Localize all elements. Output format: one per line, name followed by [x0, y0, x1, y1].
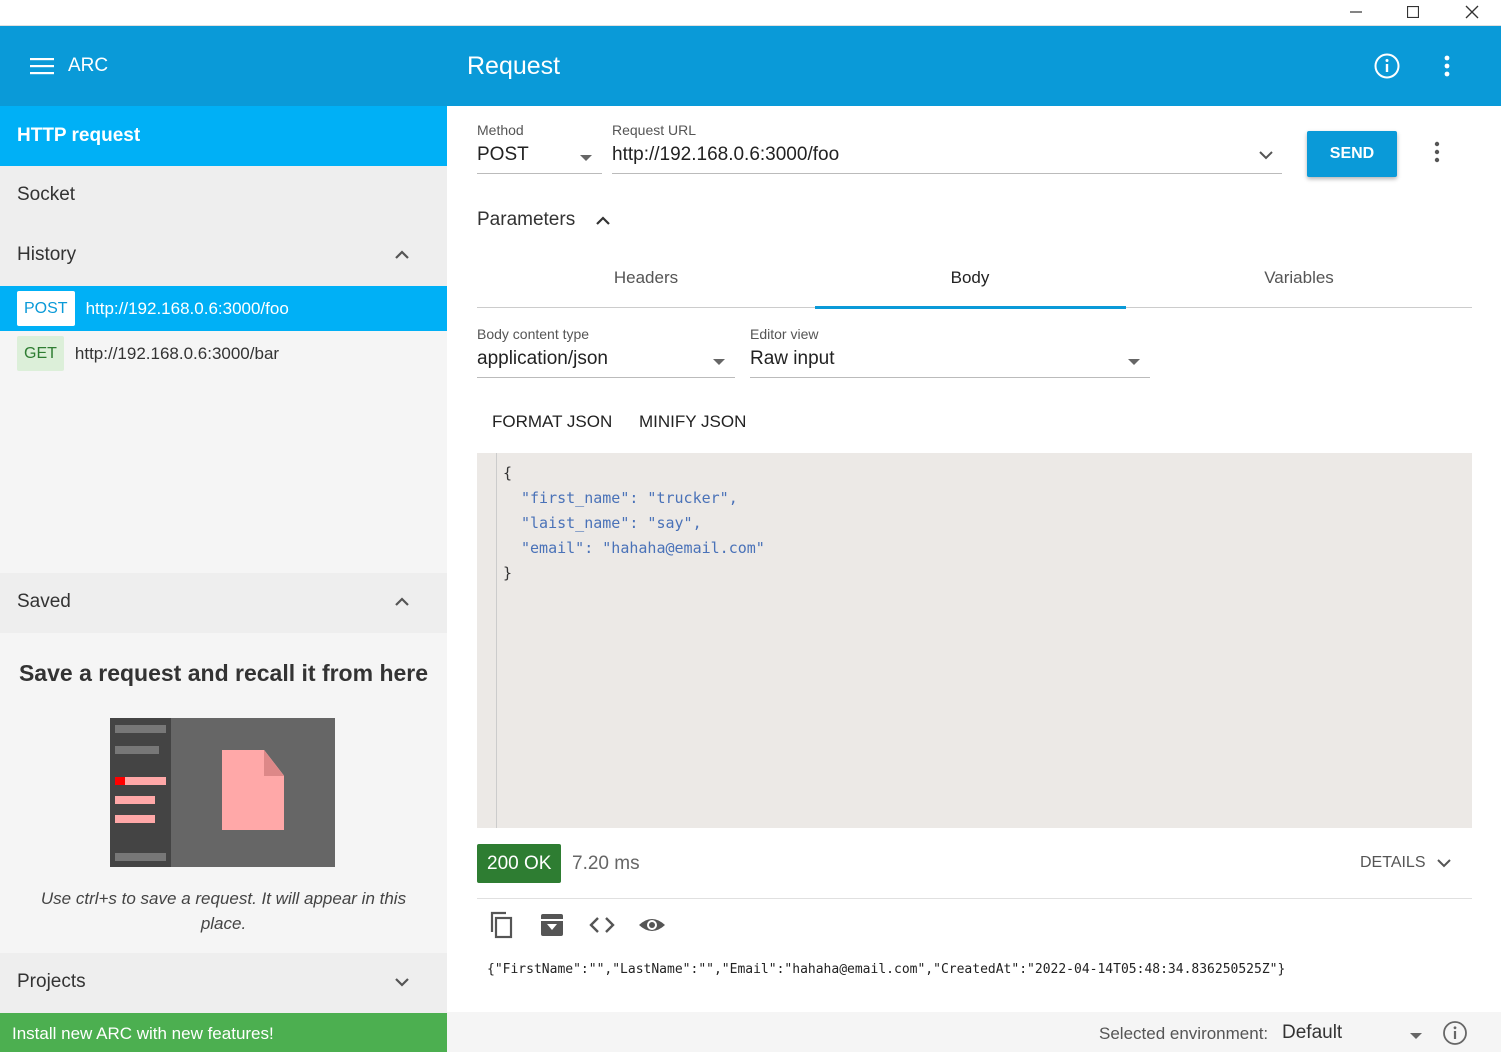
history-label: History — [17, 244, 77, 265]
saved-hint: Use ctrl+s to save a request. It will ap… — [40, 889, 407, 933]
more-vert-icon[interactable] — [1437, 52, 1457, 80]
history-url: http://192.168.0.6:3000/foo — [85, 298, 289, 318]
saved-empty-title: Save a request and recall it from here — [18, 660, 429, 686]
history-item[interactable]: POST http://192.168.0.6:3000/foo — [0, 286, 447, 331]
minimize-icon — [1350, 11, 1362, 13]
saved-illustration — [110, 718, 335, 867]
install-banner[interactable]: Install new ARC with new features! — [0, 1013, 447, 1052]
method-label: Method — [477, 122, 524, 138]
copy-icon[interactable] — [487, 910, 517, 940]
response-body: {"FirstName":"","LastName":"","Email":"h… — [487, 962, 1286, 977]
method-badge: GET — [17, 336, 64, 371]
main-appbar: Request — [447, 26, 1501, 106]
saved-label: Saved — [17, 591, 71, 612]
chevron-up-icon[interactable] — [393, 593, 411, 611]
illustration-bar — [125, 777, 166, 785]
info-icon[interactable] — [1373, 52, 1401, 80]
minimize-button[interactable] — [1327, 0, 1385, 24]
code-line: } — [503, 564, 513, 582]
response-divider — [477, 898, 1472, 899]
body-type-select[interactable]: application/json — [477, 348, 735, 378]
maximize-icon — [1407, 6, 1419, 18]
url-input[interactable]: http://192.168.0.6:3000/foo — [612, 144, 1282, 174]
hamburger-icon[interactable] — [30, 57, 54, 75]
send-button[interactable]: SEND — [1307, 131, 1397, 177]
saved-header[interactable]: Saved — [0, 573, 447, 633]
history-item[interactable]: GET http://192.168.0.6:3000/bar — [0, 331, 447, 376]
illustration-bar — [115, 853, 166, 861]
body-type-label: Body content type — [477, 326, 590, 342]
env-select[interactable]: Default — [1282, 1022, 1427, 1048]
save-icon[interactable] — [537, 910, 567, 940]
document-icon — [222, 750, 284, 830]
sidebar-appbar: ARC — [0, 26, 447, 106]
eye-icon[interactable] — [637, 910, 667, 940]
illustration-sidebar — [110, 718, 171, 867]
code-icon[interactable] — [587, 910, 617, 940]
code-line: "email": "hahaha@email.com" — [521, 539, 765, 557]
close-button[interactable] — [1443, 0, 1501, 24]
editor-view-select[interactable]: Raw input — [750, 348, 1150, 378]
dropdown-arrow-icon — [713, 359, 725, 365]
tab-variables[interactable]: Variables — [1134, 268, 1464, 288]
chevron-down-icon[interactable] — [1257, 148, 1275, 162]
environment-footer: Selected environment: Default — [447, 1012, 1501, 1052]
history-header[interactable]: History — [0, 226, 447, 286]
illustration-bar — [115, 725, 166, 733]
projects-label: Projects — [17, 971, 86, 992]
illustration-bar — [115, 796, 155, 804]
chevron-up-icon — [596, 216, 611, 225]
method-value: POST — [477, 144, 529, 165]
url-value: http://192.168.0.6:3000/foo — [612, 144, 840, 165]
window-titlebar — [0, 0, 1501, 26]
dropdown-arrow-icon — [580, 155, 592, 161]
nav-http-request[interactable]: HTTP request — [0, 106, 447, 166]
env-label: Selected environment: — [1099, 1024, 1269, 1043]
format-json-button[interactable]: FORMAT JSON — [492, 412, 612, 432]
status-badge: 200 OK — [477, 844, 562, 883]
illustration-bar — [115, 815, 155, 823]
env-value: Default — [1282, 1022, 1343, 1043]
active-tab-indicator — [815, 306, 1126, 309]
code-line: "first_name": "trucker", — [521, 489, 738, 507]
illustration-bar — [115, 746, 159, 754]
body-editor[interactable]: { "first_name": "trucker", "laist_name": "… — [477, 453, 1472, 828]
body-type-value: application/json — [477, 348, 608, 369]
maximize-button[interactable] — [1384, 0, 1442, 24]
tab-headers[interactable]: Headers — [481, 268, 811, 288]
parameters-toggle[interactable]: Parameters — [477, 209, 612, 231]
illustration-bar — [115, 777, 125, 785]
code-line: { — [503, 464, 513, 482]
parameters-label: Parameters — [477, 209, 576, 230]
editor-view-label: Editor view — [750, 326, 819, 342]
close-icon — [1465, 5, 1479, 19]
sidebar: HTTP request Socket History POST http://… — [0, 106, 447, 1052]
chevron-down-icon[interactable] — [393, 973, 411, 991]
method-select[interactable]: POST — [477, 144, 602, 174]
response-time: 7.20 ms — [572, 853, 640, 874]
page-title: Request — [467, 52, 561, 80]
history-url: http://192.168.0.6:3000/bar — [74, 343, 280, 363]
body-code: { "first_name": "trucker", "laist_name": "… — [503, 461, 765, 586]
minify-json-button[interactable]: MINIFY JSON — [639, 412, 746, 432]
app-name: ARC — [68, 55, 109, 76]
more-vert-icon[interactable] — [1432, 141, 1442, 165]
dropdown-arrow-icon — [1128, 359, 1140, 365]
chevron-down-icon — [1437, 859, 1451, 868]
editor-view-value: Raw input — [750, 348, 835, 369]
editor-gutter — [477, 453, 497, 828]
request-panel: Method POST Request URL http://192.168.0… — [447, 106, 1501, 1052]
url-label: Request URL — [612, 122, 697, 138]
chevron-up-icon[interactable] — [393, 246, 411, 264]
dropdown-arrow-icon — [1410, 1033, 1422, 1039]
details-toggle[interactable]: DETAILS — [1360, 854, 1452, 872]
info-icon[interactable] — [1442, 1020, 1468, 1046]
tab-body[interactable]: Body — [805, 268, 1135, 288]
projects-header[interactable]: Projects — [0, 953, 447, 1013]
method-badge: POST — [17, 291, 75, 326]
code-line: "laist_name": "say", — [521, 514, 702, 532]
details-label: DETAILS — [1360, 854, 1426, 871]
nav-socket[interactable]: Socket — [0, 166, 447, 226]
